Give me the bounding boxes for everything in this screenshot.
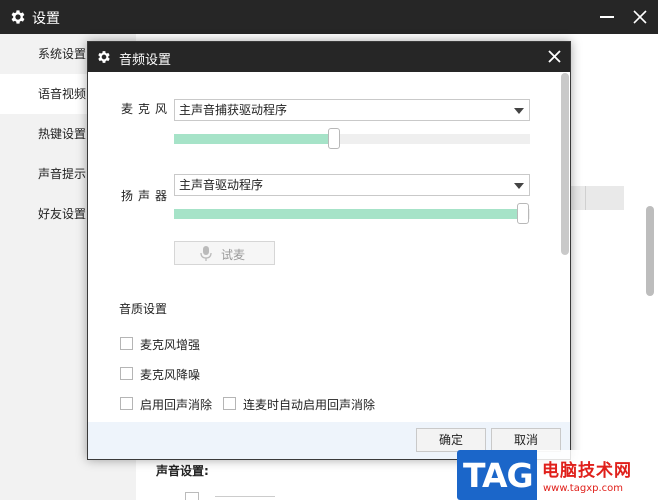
chevron-down-icon xyxy=(514,108,524,114)
speaker-label: 扬声器 xyxy=(121,189,173,203)
gear-icon xyxy=(98,51,110,63)
sidebar-item-label: 系统设置 xyxy=(38,47,87,61)
chevron-down-icon xyxy=(514,183,524,189)
dialog-titlebar: 音频设置 xyxy=(88,42,570,72)
echo-cancel-checkbox[interactable] xyxy=(120,397,133,410)
mic-enhance-checkbox[interactable] xyxy=(120,337,133,350)
minimize-icon[interactable] xyxy=(600,16,614,18)
table-body xyxy=(570,210,624,430)
audio-settings-dialog: 音频设置 麦克风 主声音捕获驱动程序 扬声器 主声音驱动程序 试麦 音质设置 麦… xyxy=(87,41,571,460)
close-icon[interactable] xyxy=(548,50,561,63)
test-mic-button[interactable]: 试麦 xyxy=(174,241,275,265)
quality-section-title: 音质设置 xyxy=(119,302,168,316)
watermark-url: www.tagxp.com xyxy=(543,483,623,494)
sidebar-item-label: 热键设置 xyxy=(38,127,87,141)
main-titlebar: 设置 xyxy=(0,0,658,34)
auto-echo-cancel-checkbox[interactable] xyxy=(223,397,236,410)
column-divider xyxy=(585,186,586,210)
slider-thumb[interactable] xyxy=(328,128,341,149)
mic-enhance-label[interactable]: 麦克风增强 xyxy=(140,336,200,353)
dialog-title: 音频设置 xyxy=(119,53,172,68)
microphone-device-value: 主声音捕获驱动程序 xyxy=(179,103,288,117)
slider-fill xyxy=(174,209,523,219)
echo-cancel-label[interactable]: 启用回声消除 xyxy=(140,396,212,413)
speaker-device-value: 主声音驱动程序 xyxy=(179,178,264,192)
microphone-icon xyxy=(200,246,212,261)
microphone-label: 麦克风 xyxy=(121,102,173,116)
gear-icon xyxy=(11,10,25,24)
slider-thumb[interactable] xyxy=(516,203,529,224)
mic-noise-reduction-label[interactable]: 麦克风降噪 xyxy=(140,366,200,383)
window-title: 设置 xyxy=(32,11,60,27)
mic-noise-reduction-checkbox[interactable] xyxy=(120,367,133,380)
sound-settings-label: 声音设置: xyxy=(156,464,209,478)
sidebar-item-label: 好友设置 xyxy=(38,207,87,221)
test-mic-label: 试麦 xyxy=(221,248,246,262)
microphone-volume-slider[interactable] xyxy=(174,128,530,149)
sidebar-item-label: 语音视频 xyxy=(38,87,87,101)
slider-fill xyxy=(174,134,335,144)
background-divider xyxy=(215,496,275,497)
confirm-button[interactable]: 确定 xyxy=(416,428,486,452)
speaker-volume-slider[interactable] xyxy=(174,203,530,224)
watermark-tag-text: TAG xyxy=(463,456,534,495)
background-checkbox[interactable] xyxy=(185,492,199,500)
speaker-device-select[interactable]: 主声音驱动程序 xyxy=(174,174,530,196)
watermark-text-block: 电脑技术网 www.tagxp.com xyxy=(537,450,658,500)
auto-echo-cancel-label[interactable]: 连麦时自动启用回声消除 xyxy=(243,396,375,413)
table-header xyxy=(570,186,624,210)
main-scrollbar[interactable] xyxy=(646,206,654,296)
microphone-device-select[interactable]: 主声音捕获驱动程序 xyxy=(174,99,530,121)
dialog-scrollbar[interactable] xyxy=(561,73,569,255)
sidebar-item-label: 声音提示 xyxy=(38,167,87,181)
watermark-site-name: 电脑技术网 xyxy=(542,461,632,481)
watermark-logo: TAG 电脑技术网 www.tagxp.com xyxy=(457,450,658,500)
watermark-tag-badge: TAG xyxy=(457,450,537,500)
close-icon[interactable] xyxy=(632,9,648,25)
cancel-button[interactable]: 取消 xyxy=(491,428,561,452)
